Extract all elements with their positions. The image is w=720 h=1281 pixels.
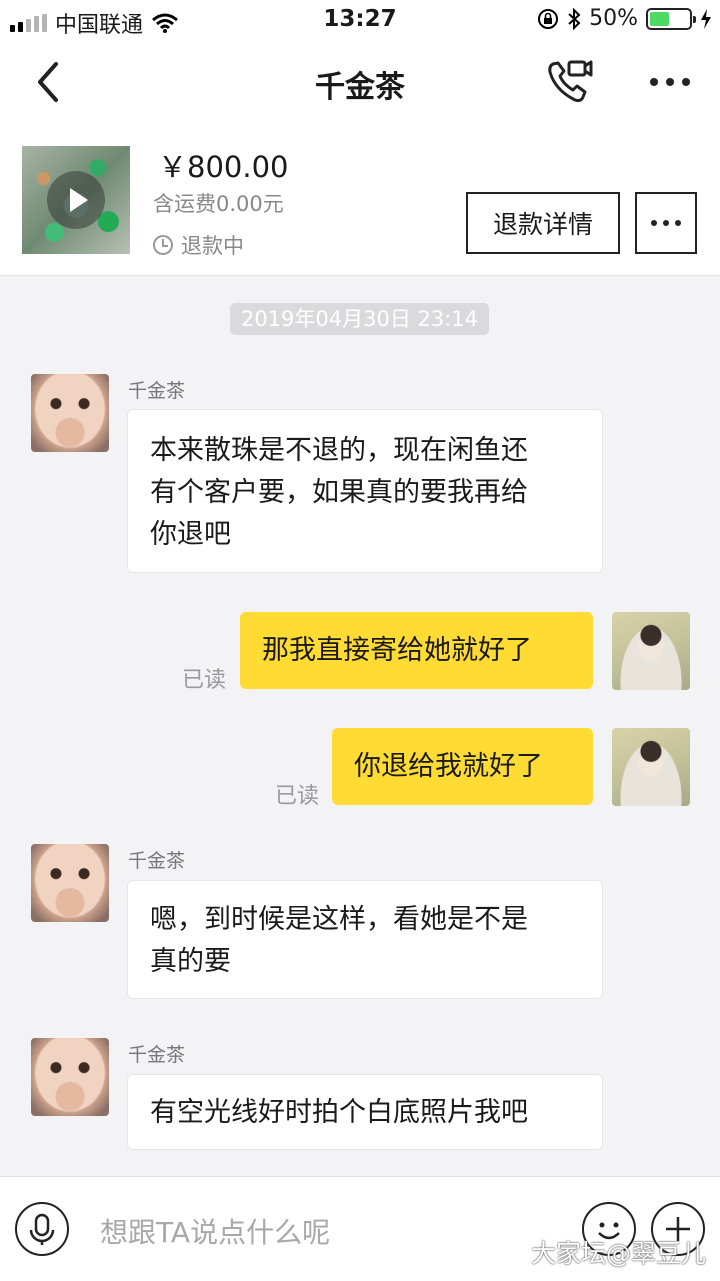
message-bubble[interactable]: 有空光线好时拍个白底照片我吧 bbox=[127, 1074, 603, 1150]
product-card[interactable]: ￥800.00 含运费0.00元 退款中 退款详情 bbox=[0, 124, 720, 276]
microphone-icon[interactable] bbox=[15, 1202, 69, 1256]
product-more-button[interactable] bbox=[635, 192, 697, 254]
clock-icon bbox=[153, 235, 173, 255]
bluetooth-icon bbox=[568, 7, 581, 30]
status-bar: 中国联通 13:27 50% bbox=[0, 0, 720, 40]
play-icon[interactable] bbox=[47, 171, 105, 229]
message-bubble[interactable]: 本来散珠是不退的，现在闲鱼还 有个客户要，如果真的要我再给 你退吧 bbox=[127, 409, 603, 573]
battery-percent: 50% bbox=[589, 6, 638, 31]
video-call-icon[interactable] bbox=[545, 56, 595, 106]
shipping-fee: 含运费0.00元 bbox=[153, 192, 284, 216]
message-bubble[interactable]: 那我直接寄给她就好了 bbox=[240, 612, 593, 689]
orientation-lock-icon bbox=[538, 8, 559, 29]
avatar[interactable] bbox=[612, 612, 690, 690]
nav-bar: 千金茶 bbox=[0, 40, 720, 124]
refund-status-label: 退款中 bbox=[181, 234, 244, 258]
message-bubble[interactable]: 嗯，到时候是这样，看她是不是 真的要 bbox=[127, 880, 603, 999]
product-thumbnail[interactable] bbox=[22, 146, 130, 254]
watermark: 大家坛@翠豆儿 bbox=[530, 1239, 706, 1268]
page-title: 千金茶 bbox=[315, 70, 405, 105]
chat-timestamp: 2019年04月30日 23:14 bbox=[230, 303, 489, 335]
charging-icon bbox=[701, 8, 711, 29]
refund-details-button[interactable]: 退款详情 bbox=[466, 192, 620, 254]
refund-status: 退款中 bbox=[153, 230, 244, 260]
message-bubble[interactable]: 你退给我就好了 bbox=[332, 728, 593, 805]
avatar[interactable] bbox=[31, 374, 109, 452]
read-status: 已读 bbox=[275, 784, 320, 809]
avatar[interactable] bbox=[31, 1038, 109, 1116]
product-price: ￥800.00 bbox=[158, 150, 289, 184]
avatar[interactable] bbox=[612, 728, 690, 806]
message-input[interactable]: 想跟TA说点什么呢 bbox=[100, 1211, 330, 1251]
read-status: 已读 bbox=[182, 668, 227, 693]
battery-icon bbox=[646, 7, 696, 30]
more-icon[interactable] bbox=[645, 70, 695, 94]
sender-name: 千金茶 bbox=[128, 380, 186, 402]
sender-name: 千金茶 bbox=[128, 850, 186, 872]
avatar[interactable] bbox=[31, 844, 109, 922]
sender-name: 千金茶 bbox=[128, 1044, 186, 1066]
